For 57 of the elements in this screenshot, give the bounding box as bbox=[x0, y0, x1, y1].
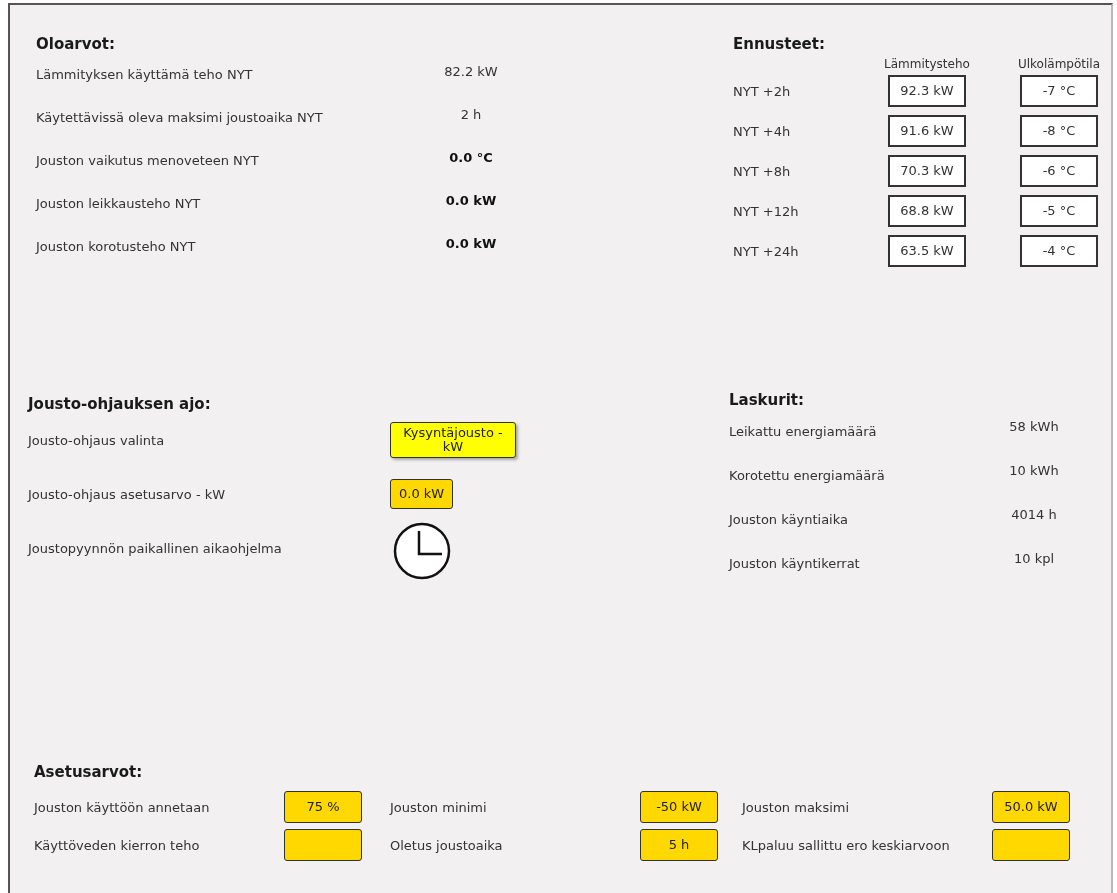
forecast-value: 92.3 kW bbox=[888, 75, 966, 107]
value-label: Lämmityksen käyttämä teho NYT bbox=[36, 67, 254, 82]
value-label: Jouston leikkausteho NYT bbox=[36, 196, 202, 211]
forecast-label: NYT +8h bbox=[733, 163, 792, 179]
value-label: Käytettävissä oleva maksimi joustoaika NYT bbox=[36, 110, 324, 125]
counter-label: Korotettu energiamäärä bbox=[729, 467, 886, 483]
control-label: Jousto-ohjaus valinta bbox=[28, 432, 166, 448]
forecast-value: -7 °C bbox=[1020, 75, 1098, 107]
forecast-value: 63.5 kW bbox=[888, 235, 966, 267]
forecast-value: -6 °C bbox=[1020, 155, 1098, 187]
setpoint-field[interactable] bbox=[992, 829, 1070, 861]
setpoint-field[interactable] bbox=[284, 829, 362, 861]
setpoint-label: Jouston minimi bbox=[390, 799, 488, 815]
value-text: 0.0 °C bbox=[448, 150, 494, 165]
counter-label: Jouston käyntiaika bbox=[729, 511, 849, 527]
setpoint-field[interactable]: 75 % bbox=[284, 791, 362, 823]
forecast-label: NYT +4h bbox=[733, 123, 792, 139]
column-header: Ulkolämpötila bbox=[1016, 57, 1101, 71]
value-text: 0.0 kW bbox=[444, 236, 498, 251]
section-title: Laskurit: bbox=[729, 391, 805, 409]
forecast-value: -8 °C bbox=[1020, 115, 1098, 147]
value-label: Jouston korotusteho NYT bbox=[36, 239, 197, 254]
forecast-value: 68.8 kW bbox=[888, 195, 966, 227]
setpoint-label: Oletus joustoaika bbox=[390, 837, 504, 853]
forecast-value: 70.3 kW bbox=[888, 155, 966, 187]
setpoint-label: Jouston käyttöön annetaan bbox=[34, 799, 211, 815]
control-label: Joustopyynnön paikallinen aikaohjelma bbox=[28, 540, 283, 556]
forecast-label: NYT +2h bbox=[733, 83, 792, 99]
section-title: Asetusarvot: bbox=[34, 763, 144, 781]
mode-select-button[interactable]: Kysyntäjousto - kW bbox=[390, 422, 516, 458]
forecast-value: 91.6 kW bbox=[888, 115, 966, 147]
counter-value: 4014 h bbox=[1010, 506, 1058, 522]
control-label: Jousto-ohjaus asetusarvo - kW bbox=[28, 486, 227, 502]
setpoint-label: KLpaluu sallittu ero keskiarvoon bbox=[742, 837, 951, 853]
counter-label: Jouston käyntikerrat bbox=[729, 555, 861, 571]
forecast-label: NYT +24h bbox=[733, 243, 800, 259]
forecast-value: -4 °C bbox=[1020, 235, 1098, 267]
forecast-value: -5 °C bbox=[1020, 195, 1098, 227]
column-header: Lämmitysteho bbox=[883, 57, 971, 71]
counter-value: 10 kWh bbox=[1008, 462, 1060, 478]
counter-value: 10 kpl bbox=[1012, 550, 1056, 566]
value-text: 82.2 kW bbox=[443, 64, 499, 79]
setpoint-field[interactable]: 0.0 kW bbox=[390, 479, 454, 509]
forecast-label: NYT +12h bbox=[733, 203, 800, 219]
value-text: 0.0 kW bbox=[444, 193, 498, 208]
setpoint-label: Jouston maksimi bbox=[742, 799, 851, 815]
value-text: 2 h bbox=[459, 107, 483, 122]
section-title: Oloarvot: bbox=[36, 35, 116, 53]
section-title: Ennusteet: bbox=[733, 35, 826, 53]
setpoint-field[interactable]: 50.0 kW bbox=[992, 791, 1070, 823]
setpoint-field[interactable]: -50 kW bbox=[640, 791, 718, 823]
counter-label: Leikattu energiamäärä bbox=[729, 423, 878, 439]
setpoint-label: Käyttöveden kierron teho bbox=[34, 837, 201, 853]
setpoint-field[interactable]: 5 h bbox=[640, 829, 718, 861]
counter-value: 58 kWh bbox=[1008, 418, 1060, 434]
section-title: Jousto-ohjauksen ajo: bbox=[28, 395, 212, 413]
value-label: Jouston vaikutus menoveteen NYT bbox=[36, 153, 260, 168]
